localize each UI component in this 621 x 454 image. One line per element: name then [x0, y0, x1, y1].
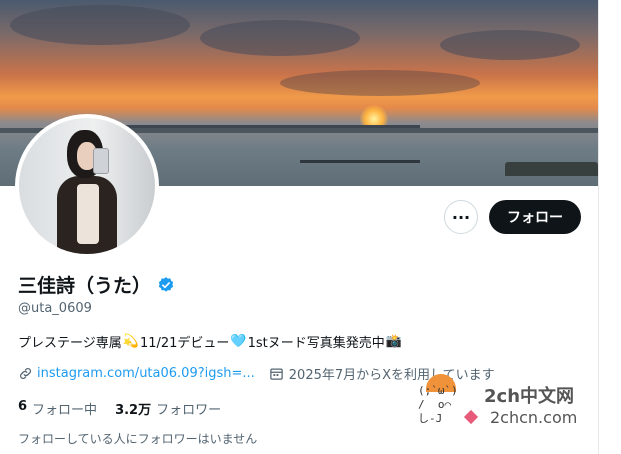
bio-text: プレステージ専属: [18, 336, 122, 351]
follow-button[interactable]: フォロー: [489, 200, 581, 234]
avatar-figure-shirt: [77, 184, 99, 244]
avatar-phone: [93, 148, 109, 174]
avatar[interactable]: [15, 114, 159, 258]
display-name: 三佳詩（うた）: [18, 275, 152, 297]
camera-emoji-icon: 📸: [385, 334, 402, 349]
blue-heart-emoji-icon: 🩵: [230, 334, 247, 349]
sparkle-emoji-icon: 💫: [122, 334, 139, 349]
banner-cloud: [200, 20, 360, 56]
bio-text: 11/21デビュー: [139, 336, 230, 351]
following-count: 6: [18, 399, 28, 414]
followers-count: 3.2万: [115, 403, 152, 418]
banner-cloud: [440, 30, 580, 60]
watermark-url: 2chcn.com: [490, 408, 578, 427]
followers-you-know: フォローしている人にフォロワーはいません: [18, 432, 258, 446]
watermark: (;`ω`) / o⌒ し-J 2ch中文网 2chcn.com: [418, 374, 588, 444]
user-handle: @uta_0609: [18, 301, 92, 316]
more-icon: ···: [451, 207, 471, 227]
column-divider: [598, 0, 599, 454]
followers-stat[interactable]: 3.2万 フォロワー: [115, 399, 221, 418]
link-icon: [20, 368, 31, 379]
bio: プレステージ専属 💫 11/21デビュー 🩵 1stヌード写真集発売中 📸: [18, 332, 403, 351]
followers-label: フォロワー: [156, 403, 222, 418]
banner-pier: [300, 160, 420, 163]
banner-rock: [505, 162, 598, 176]
verified-badge-icon[interactable]: [157, 276, 175, 294]
bio-text: 1stヌード写真集発売中: [247, 336, 385, 351]
more-button[interactable]: ···: [444, 200, 478, 234]
following-label: フォロー中: [32, 403, 98, 418]
watermark-ascii-face: (;`ω`) / o⌒ し-J: [418, 384, 458, 425]
diamond-icon: [463, 409, 479, 425]
profile-link[interactable]: instagram.com/uta06.09?igsh=...: [37, 366, 255, 381]
follow-stats: 6 フォロー中 3.2万 フォロワー: [18, 399, 239, 418]
following-stat[interactable]: 6 フォロー中: [18, 399, 97, 418]
name-row: 三佳詩（うた）: [18, 271, 175, 298]
watermark-title: 2ch中文网: [484, 386, 575, 407]
banner-cloud: [280, 70, 480, 96]
banner-cloud: [10, 5, 190, 45]
calendar-icon: [270, 368, 283, 380]
avatar-image: [19, 118, 155, 254]
